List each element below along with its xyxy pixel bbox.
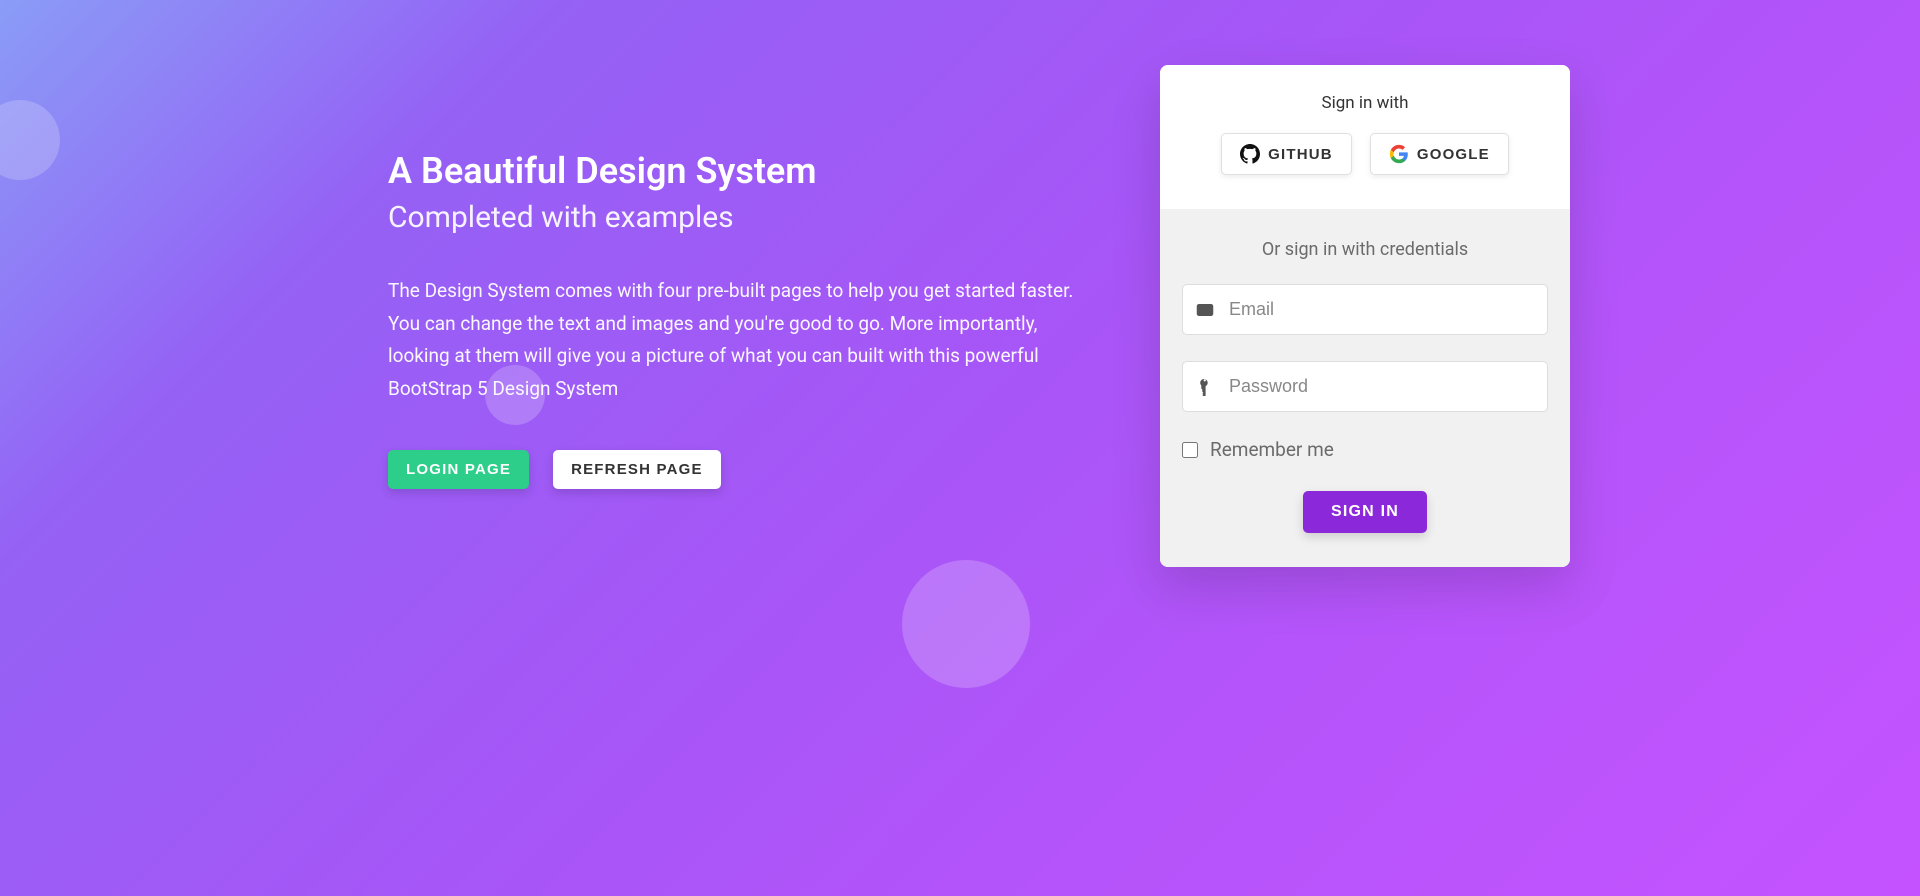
github-sign-in-button[interactable]: GITHUB <box>1221 133 1352 175</box>
hero-button-group: LOGIN PAGE REFRESH PAGE <box>388 450 1080 489</box>
refresh-page-button[interactable]: REFRESH PAGE <box>553 450 721 489</box>
email-icon <box>1196 301 1214 319</box>
hero-section: A Beautiful Design System Completed with… <box>388 150 1080 489</box>
key-icon <box>1196 378 1214 396</box>
login-card: Sign in with GITHUB GOOGLE <box>1160 65 1570 567</box>
google-button-label: GOOGLE <box>1417 146 1490 163</box>
remember-me-group: Remember me <box>1182 438 1548 461</box>
login-card-body: Or sign in with credentials Remember me <box>1160 209 1570 567</box>
password-field[interactable] <box>1182 361 1548 412</box>
page-container: A Beautiful Design System Completed with… <box>0 0 1920 896</box>
remember-me-label[interactable]: Remember me <box>1210 438 1334 461</box>
login-card-header: Sign in with GITHUB GOOGLE <box>1160 65 1570 209</box>
page-title: A Beautiful Design System <box>388 150 1080 192</box>
google-sign-in-button[interactable]: GOOGLE <box>1370 133 1509 175</box>
github-icon <box>1240 144 1260 164</box>
decorative-circle <box>485 365 545 425</box>
login-page-button[interactable]: LOGIN PAGE <box>388 450 529 489</box>
github-button-label: GITHUB <box>1268 146 1333 163</box>
sign-in-button[interactable]: SIGN IN <box>1303 491 1427 533</box>
decorative-circle <box>902 560 1030 688</box>
social-buttons-group: GITHUB GOOGLE <box>1190 133 1540 175</box>
page-subtitle: Completed with examples <box>388 200 1080 235</box>
credentials-label: Or sign in with credentials <box>1182 239 1548 260</box>
google-icon <box>1389 144 1409 164</box>
sign-in-with-label: Sign in with <box>1190 93 1540 113</box>
remember-checkbox[interactable] <box>1182 442 1198 458</box>
email-input-group <box>1182 284 1548 335</box>
password-input-group <box>1182 361 1548 412</box>
email-field[interactable] <box>1182 284 1548 335</box>
sign-in-button-wrap: SIGN IN <box>1182 491 1548 533</box>
